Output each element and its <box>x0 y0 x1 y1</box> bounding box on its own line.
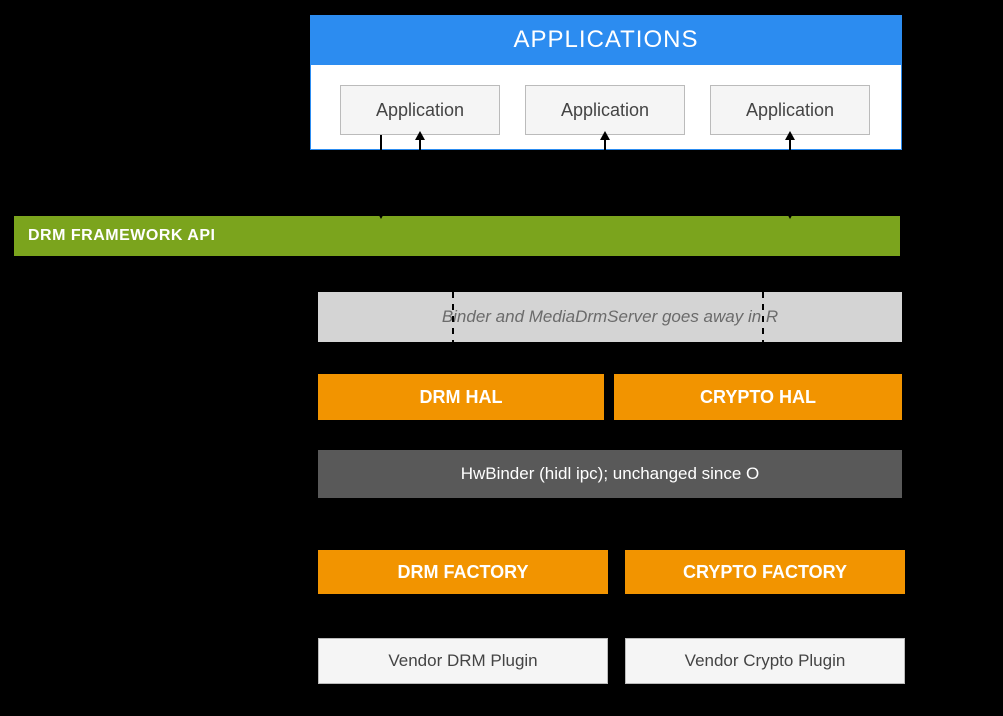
hwbinder-box: HwBinder (hidl ipc); unchanged since O <box>318 450 902 498</box>
crypto-factory-box: CRYPTO FACTORY <box>625 550 905 594</box>
arrow-hwbinder-cryptofactory <box>762 498 764 550</box>
arrowhead-down-icon <box>376 210 386 219</box>
arrow-hwbinder-drmfactory <box>459 498 461 550</box>
drm-factory-box: DRM FACTORY <box>318 550 608 594</box>
arrow-app3-to-api <box>789 135 791 216</box>
arrow-app2-to-api <box>604 135 606 216</box>
vendor-crypto-plugin-box: Vendor Crypto Plugin <box>625 638 905 684</box>
arrowhead-down-icon <box>785 210 795 219</box>
arrow-app1-to-api <box>419 135 421 216</box>
arrow-drmfactory-vendor <box>459 594 461 638</box>
arrow-cryptofactory-vendor <box>762 594 764 638</box>
applications-header: APPLICATIONS <box>310 15 902 65</box>
arrow-drmhal-hwbinder <box>459 420 461 450</box>
arrow-api-to-app1 <box>380 135 382 216</box>
application-box-1: Application <box>340 85 500 135</box>
application-box-2: Application <box>525 85 685 135</box>
drm-hal-box: DRM HAL <box>318 374 604 420</box>
arrowhead-up-icon <box>785 131 795 140</box>
dashed-arrow-left <box>452 256 454 374</box>
arrow-cryptohal-hwbinder <box>759 420 761 450</box>
arrowhead-up-icon <box>600 131 610 140</box>
dashed-arrow-right <box>762 256 764 374</box>
vendor-drm-plugin-box: Vendor DRM Plugin <box>318 638 608 684</box>
crypto-hal-box: CRYPTO HAL <box>614 374 902 420</box>
application-box-3: Application <box>710 85 870 135</box>
arrowhead-up-icon <box>415 131 425 140</box>
binder-note-box: Binder and MediaDrmServer goes away in R <box>318 292 902 342</box>
drm-framework-api-bar: DRM FRAMEWORK API <box>14 216 900 256</box>
